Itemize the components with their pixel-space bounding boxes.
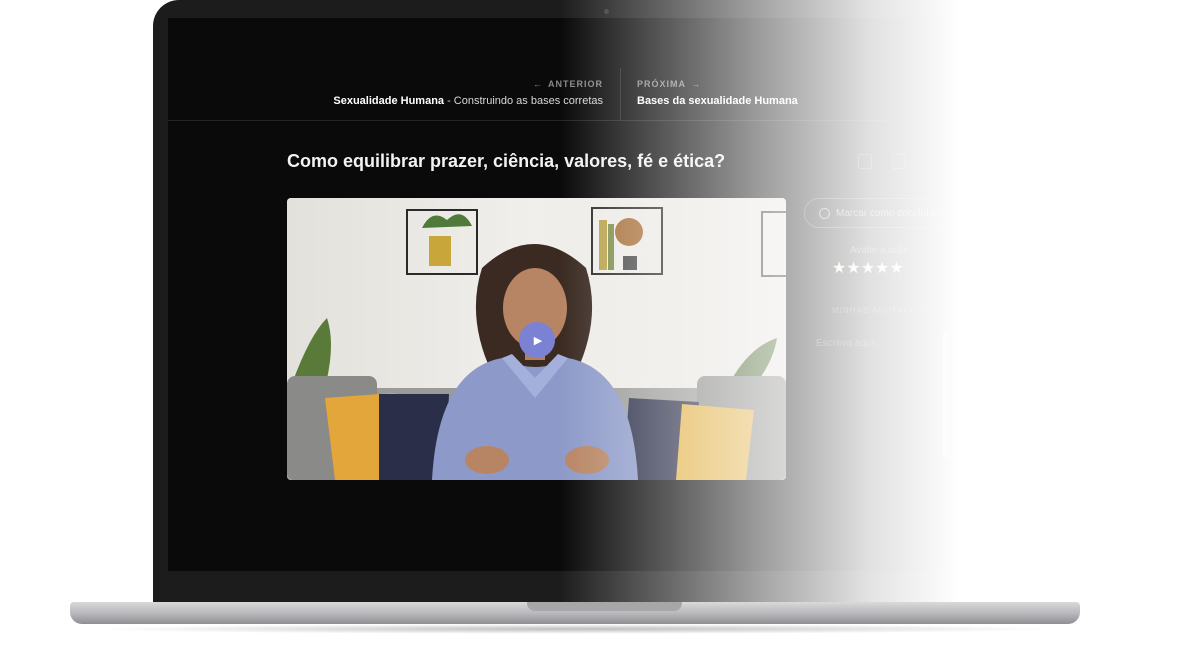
mark-complete-label: Marcar como concluído xyxy=(836,207,940,219)
prev-lesson-title-bold: Sexualidade Humana xyxy=(333,95,445,107)
rate-label: Avalie a aula xyxy=(850,245,908,256)
camera-icon xyxy=(604,9,609,14)
next-kicker-label: PRÓXIMA xyxy=(637,79,687,89)
play-icon: ▶ xyxy=(533,334,543,347)
bookmark-icon[interactable] xyxy=(858,154,872,169)
prev-lesson-title-rest: - Construindo as bases corretas xyxy=(444,95,603,107)
video-player[interactable]: ▶ xyxy=(287,198,786,480)
prev-kicker-label: ANTERIOR xyxy=(548,79,603,89)
prev-lesson-title: Sexualidade Humana - Construindo as base… xyxy=(333,95,603,107)
prev-lesson-link[interactable]: ← ANTERIOR Sexualidade Humana - Construi… xyxy=(333,79,603,107)
mark-complete-button[interactable]: Marcar como concluído xyxy=(804,198,954,228)
arrow-right-icon: → xyxy=(691,79,702,89)
app-screen: ← ANTERIOR Sexualidade Humana - Construi… xyxy=(168,18,998,571)
next-lesson-title-bold: Bases da sexualidade Humana xyxy=(637,95,798,107)
lesson-tools xyxy=(858,154,906,169)
lesson-title: Como equilibrar prazer, ciência, valores… xyxy=(287,151,726,171)
play-button[interactable]: ▶ xyxy=(519,322,555,358)
document-icon[interactable] xyxy=(892,154,906,169)
notes-textarea[interactable]: Escreva aqui... xyxy=(804,328,954,460)
nav-divider xyxy=(620,68,621,120)
arrow-left-icon: ← xyxy=(533,79,543,89)
next-kicker: PRÓXIMA → xyxy=(637,79,798,89)
laptop-shadow xyxy=(90,624,1060,634)
next-lesson-link[interactable]: PRÓXIMA → Bases da sexualidade Humana xyxy=(637,79,798,107)
star-rating[interactable]: ★★★★★ xyxy=(832,258,904,278)
circle-check-icon xyxy=(819,207,830,219)
header-divider xyxy=(168,120,888,121)
next-lesson-title: Bases da sexualidade Humana xyxy=(637,95,798,107)
prev-kicker: ← ANTERIOR xyxy=(333,79,603,89)
laptop-notch xyxy=(527,602,682,611)
notes-label: MINHAS ANOTAÇÕES xyxy=(832,306,931,315)
notes-scrollbar[interactable] xyxy=(943,330,949,458)
